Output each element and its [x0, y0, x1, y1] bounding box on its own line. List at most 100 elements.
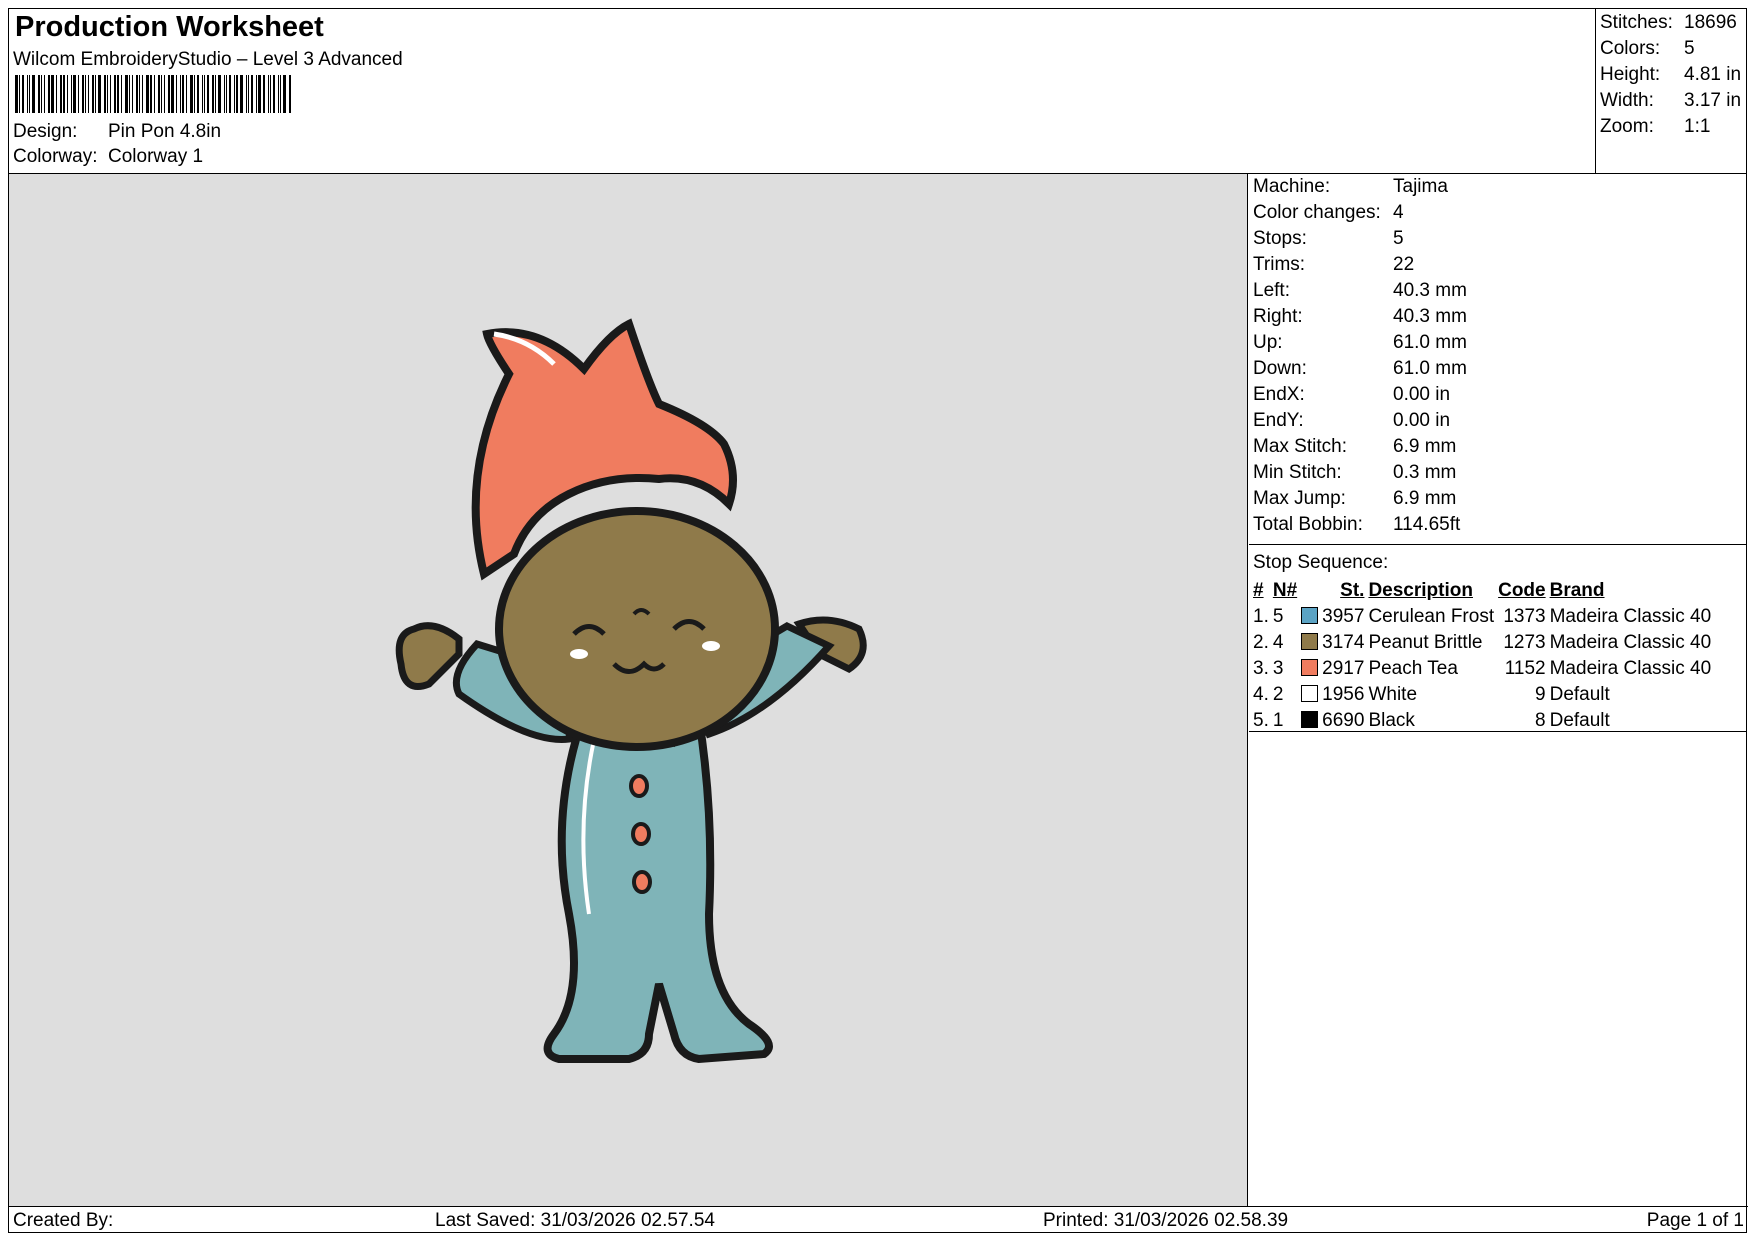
design-preview	[9, 174, 1248, 1206]
stop-sequence: Stop Sequence: # N# St. Description Code…	[1249, 546, 1747, 732]
cell-n: 2	[1272, 684, 1284, 705]
barcode-bar	[161, 75, 162, 113]
barcode-bar	[150, 75, 152, 113]
cell-code: 8	[1535, 710, 1546, 731]
barcode-bar	[202, 75, 203, 113]
barcode-bar	[190, 75, 193, 113]
barcode-bar	[132, 75, 133, 113]
stop-sequence-title: Stop Sequence:	[1253, 552, 1389, 573]
last-saved: Last Saved: 31/03/2026 02.57.54	[435, 1210, 715, 1231]
machine-row: Max Stitch: 6.9 mm	[1253, 436, 1457, 457]
barcode-bar	[44, 75, 45, 113]
machine-row: Min Stitch: 0.3 mm	[1253, 462, 1457, 483]
color-swatch	[1301, 659, 1319, 676]
table-row: 3. 3 2917 Peach Tea 1152 Madeira Classic 40	[1251, 656, 1713, 682]
design-row: Design: Pin Pon 4.8in	[13, 121, 221, 143]
barcode-bar	[92, 75, 94, 113]
cell-brand: Madeira Classic 40	[1549, 606, 1712, 627]
barcode-bar	[125, 75, 128, 113]
color-swatch	[1301, 685, 1319, 702]
barcode-bar	[139, 75, 140, 113]
cell-st: 1956	[1322, 684, 1365, 705]
cell-index: 4.	[1253, 684, 1269, 705]
barcode-bar	[278, 75, 279, 113]
barcode-bar	[176, 75, 177, 113]
page-title: Production Worksheet	[15, 11, 324, 43]
summary-row: Colors: 5	[1600, 38, 1695, 59]
design-label: Design:	[13, 121, 78, 142]
cell-brand: Madeira Classic 40	[1549, 632, 1712, 653]
cell-index: 1.	[1253, 606, 1269, 627]
design-value: Pin Pon 4.8in	[108, 121, 222, 142]
barcode-bar	[251, 75, 253, 113]
worksheet-frame: Production Worksheet Wilcom EmbroiderySt…	[8, 8, 1748, 1233]
cell-description: Peanut Brittle	[1368, 632, 1483, 653]
barcode-bar	[32, 75, 35, 113]
color-swatch	[1301, 711, 1319, 728]
machine-row: EndX: 0.00 in	[1253, 384, 1451, 405]
cell-index: 2.	[1253, 632, 1269, 653]
barcode-bar	[204, 75, 205, 113]
barcode-bar	[283, 75, 286, 113]
barcode-bar	[268, 75, 269, 113]
barcode-bar	[207, 75, 209, 113]
barcode-bar	[236, 75, 238, 113]
worksheet-header: Production Worksheet Wilcom EmbroiderySt…	[9, 9, 1597, 174]
cell-description: Black	[1368, 710, 1415, 731]
barcode-bar	[27, 75, 28, 113]
worksheet-footer: Created By: Last Saved: 31/03/2026 02.57…	[9, 1206, 1748, 1233]
color-swatch-cell	[1299, 682, 1320, 708]
barcode-bar	[82, 75, 84, 113]
machine-row: Total Bobbin: 114.65ft	[1253, 514, 1461, 535]
barcode-bar	[212, 75, 214, 113]
barcode-image	[15, 75, 331, 113]
cell-st: 3957	[1322, 606, 1365, 627]
barcode-bar	[197, 75, 199, 113]
software-name: Wilcom EmbroideryStudio – Level 3 Advanc…	[13, 49, 403, 70]
machine-row: Down: 61.0 mm	[1253, 358, 1467, 379]
cell-brand: Default	[1549, 684, 1610, 705]
barcode-bar	[164, 75, 165, 113]
embroidery-design-image	[395, 318, 867, 1064]
barcode-bar	[224, 75, 225, 113]
table-row: 2. 4 3174 Peanut Brittle 1273 Madeira Classic…	[1251, 630, 1713, 656]
color-swatch-cell	[1299, 708, 1320, 734]
barcode-bar	[51, 75, 54, 113]
barcode-bar	[88, 75, 89, 113]
cell-code: 9	[1535, 684, 1546, 705]
color-swatch	[1301, 633, 1319, 650]
machine-row: Machine: Tajima	[1253, 176, 1448, 197]
barcode-bar	[258, 75, 261, 113]
machine-row: Trims: 22	[1253, 254, 1415, 275]
barcode-bar	[289, 75, 291, 113]
barcode-bar	[107, 75, 108, 113]
machine-row: Right: 40.3 mm	[1253, 306, 1467, 327]
summary-row: Height: 4.81 in	[1600, 64, 1742, 85]
cell-description: Cerulean Frost	[1368, 606, 1495, 627]
cell-code: 1273	[1503, 632, 1546, 653]
barcode-bar	[41, 75, 42, 113]
colorway-label: Colorway:	[13, 146, 98, 167]
barcode-bar	[22, 75, 24, 113]
barcode-bar	[71, 75, 72, 113]
barcode-bar	[158, 75, 160, 113]
barcode-bar	[67, 75, 68, 113]
cell-n: 4	[1272, 632, 1284, 653]
cell-n: 5	[1272, 606, 1284, 627]
col-code: Code	[1498, 580, 1546, 601]
machine-row: Max Jump: 6.9 mm	[1253, 488, 1457, 509]
cell-st: 3174	[1322, 632, 1365, 653]
cell-code: 1373	[1503, 606, 1546, 627]
barcode-bar	[63, 75, 65, 113]
table-row: 1. 5 3957 Cerulean Frost 1373 Madeira Classic…	[1251, 604, 1713, 630]
barcode-bar	[121, 75, 122, 113]
created-by: Created By:	[13, 1210, 114, 1231]
page-number: Page 1 of 1	[1646, 1210, 1744, 1231]
barcode-bar	[104, 75, 106, 113]
cell-st: 2917	[1322, 658, 1365, 679]
barcode-bar	[38, 75, 40, 113]
col-swatch	[1299, 578, 1320, 604]
barcode-bar	[56, 75, 57, 113]
machine-row: Color changes: 4	[1253, 202, 1404, 223]
color-swatch	[1301, 607, 1319, 624]
